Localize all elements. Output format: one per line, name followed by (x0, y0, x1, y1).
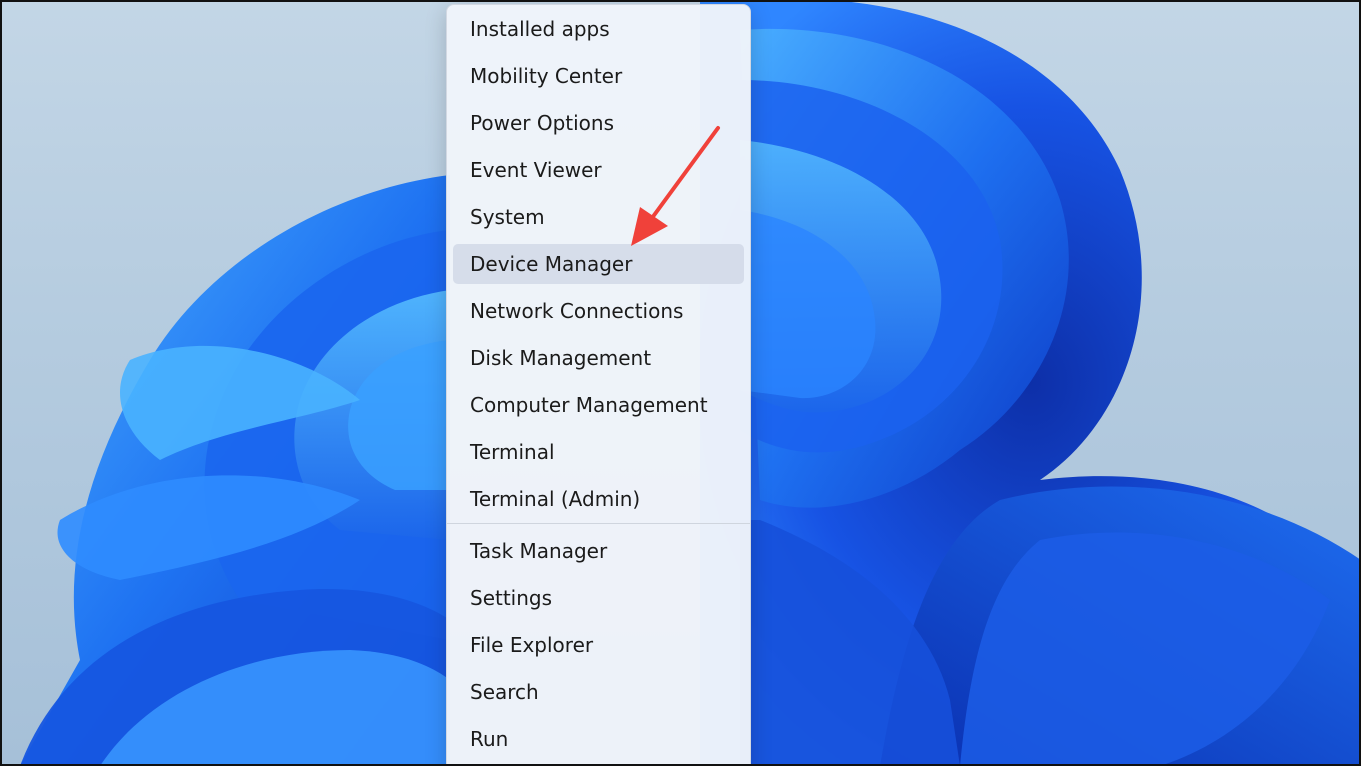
menu-item-label: Task Manager (470, 539, 608, 563)
menu-item-label: Device Manager (470, 252, 633, 276)
menu-item-label: Network Connections (470, 299, 684, 323)
menu-item-label: Event Viewer (470, 158, 602, 182)
menu-item-label: File Explorer (470, 633, 594, 657)
menu-item-mobility-center[interactable]: Mobility Center (453, 56, 744, 96)
menu-item-terminal-admin[interactable]: Terminal (Admin) (453, 479, 744, 519)
menu-item-label: Mobility Center (470, 64, 623, 88)
menu-item-label: Search (470, 680, 539, 704)
menu-item-installed-apps[interactable]: Installed apps (453, 9, 744, 49)
menu-item-label: Power Options (470, 111, 614, 135)
menu-separator (447, 523, 750, 524)
menu-item-search[interactable]: Search (453, 672, 744, 712)
menu-group-upper: Installed apps Mobility Center Power Opt… (447, 5, 750, 519)
desktop: Installed apps Mobility Center Power Opt… (0, 0, 1361, 766)
menu-item-label: Computer Management (470, 393, 708, 417)
menu-item-label: Settings (470, 586, 553, 610)
menu-item-file-explorer[interactable]: File Explorer (453, 625, 744, 665)
menu-item-label: Installed apps (470, 17, 610, 41)
menu-item-network-connections[interactable]: Network Connections (453, 291, 744, 331)
menu-item-system[interactable]: System (453, 197, 744, 237)
menu-item-run[interactable]: Run (453, 719, 744, 759)
menu-item-task-manager[interactable]: Task Manager (453, 531, 744, 571)
menu-item-event-viewer[interactable]: Event Viewer (453, 150, 744, 190)
menu-item-label: Terminal (470, 440, 555, 464)
menu-group-lower: Task Manager Settings File Explorer Sear… (447, 531, 750, 759)
menu-item-terminal[interactable]: Terminal (453, 432, 744, 472)
menu-item-power-options[interactable]: Power Options (453, 103, 744, 143)
quick-link-menu: Installed apps Mobility Center Power Opt… (446, 4, 751, 766)
menu-item-settings[interactable]: Settings (453, 578, 744, 618)
menu-item-label: Terminal (Admin) (470, 487, 641, 511)
menu-item-label: System (470, 205, 545, 229)
menu-item-computer-management[interactable]: Computer Management (453, 385, 744, 425)
menu-item-label: Run (470, 727, 509, 751)
menu-item-disk-management[interactable]: Disk Management (453, 338, 744, 378)
menu-item-label: Disk Management (470, 346, 652, 370)
menu-item-device-manager[interactable]: Device Manager (453, 244, 744, 284)
